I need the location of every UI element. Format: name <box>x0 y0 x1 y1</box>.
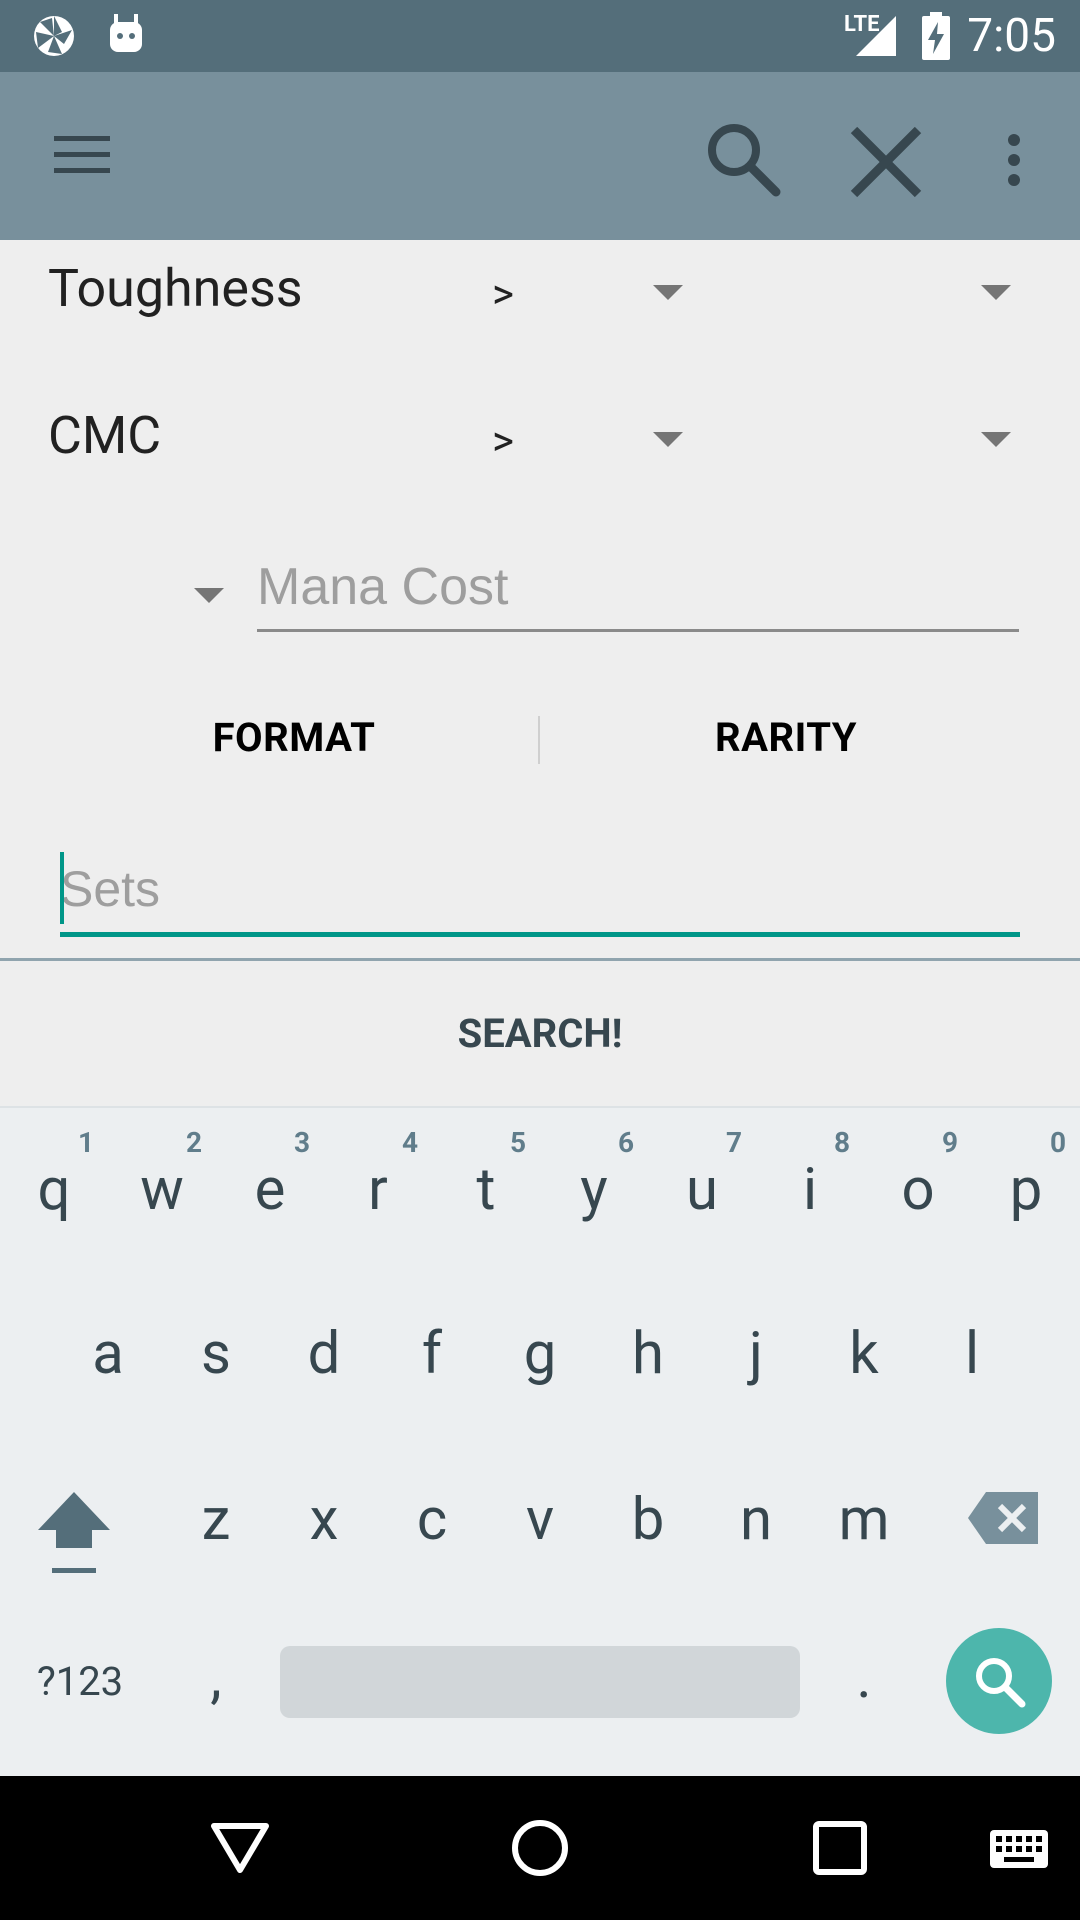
key-o[interactable]: o <box>868 1156 968 1224</box>
navigation-bar <box>0 1776 1080 1920</box>
android-icon <box>110 14 142 52</box>
search-button[interactable]: SEARCH! <box>0 1010 1080 1057</box>
key-u[interactable]: u <box>652 1156 752 1224</box>
key-k[interactable]: k <box>814 1320 914 1388</box>
key-r[interactable]: r <box>328 1156 428 1224</box>
key-n[interactable]: n <box>706 1486 806 1554</box>
key-p[interactable]: p <box>976 1156 1076 1224</box>
key-z[interactable]: z <box>166 1486 266 1554</box>
keyboard: q w e r t y u i o p 1 2 3 4 5 6 7 8 9 0 … <box>0 1106 1080 1776</box>
mana-color-dropdown-icon[interactable] <box>194 588 224 603</box>
back-icon[interactable] <box>210 1820 270 1876</box>
status-bar: LTE 7:05 <box>0 0 1080 72</box>
key-hint-2: 2 <box>185 1126 203 1159</box>
key-h[interactable]: h <box>598 1320 698 1388</box>
menu-icon[interactable] <box>52 132 112 178</box>
cmc-label: CMC <box>48 405 162 466</box>
format-button[interactable]: FORMAT <box>120 714 468 761</box>
keyboard-icon[interactable] <box>988 1828 1050 1870</box>
section-divider <box>0 958 1080 961</box>
close-icon[interactable] <box>848 124 924 200</box>
key-t[interactable]: t <box>436 1156 536 1224</box>
key-f[interactable]: f <box>382 1320 482 1388</box>
pinwheel-icon <box>34 16 74 56</box>
key-hint-9: 9 <box>941 1126 959 1159</box>
cmc-operator[interactable]: > <box>492 417 514 466</box>
cmc-value-dropdown-icon[interactable] <box>981 432 1011 447</box>
key-w[interactable]: w <box>112 1156 212 1224</box>
toolbar <box>0 72 1080 240</box>
sets-input[interactable] <box>60 846 1020 937</box>
search-icon <box>976 1658 1026 1708</box>
key-q[interactable]: q <box>4 1156 104 1224</box>
key-c[interactable]: c <box>382 1486 482 1554</box>
key-comma[interactable]: , <box>166 1644 266 1712</box>
mana-cost-input[interactable] <box>257 545 1019 632</box>
recents-icon[interactable] <box>812 1820 868 1876</box>
key-hint-6: 6 <box>617 1126 635 1159</box>
key-period[interactable]: . <box>814 1644 914 1712</box>
keyboard-top-border <box>0 1106 1080 1108</box>
key-l[interactable]: l <box>922 1320 1022 1388</box>
key-hint-0: 0 <box>1049 1126 1067 1159</box>
key-y[interactable]: y <box>544 1156 644 1224</box>
key-hint-3: 3 <box>293 1126 311 1159</box>
shift-icon[interactable] <box>36 1484 112 1584</box>
key-hint-8: 8 <box>833 1126 851 1159</box>
keyboard-search-button[interactable] <box>946 1628 1052 1734</box>
key-g[interactable]: g <box>490 1320 590 1388</box>
more-vert-icon[interactable] <box>998 132 1030 188</box>
cmc-operator-dropdown-icon[interactable] <box>653 432 683 447</box>
clock: 7:05 <box>967 9 1056 63</box>
toughness-label: Toughness <box>48 258 303 319</box>
home-icon[interactable] <box>510 1818 570 1878</box>
key-hint-1: 1 <box>77 1126 95 1159</box>
backspace-icon[interactable] <box>966 1488 1042 1548</box>
key-e[interactable]: e <box>220 1156 320 1224</box>
toughness-value-dropdown-icon[interactable] <box>981 285 1011 300</box>
symbols-key[interactable]: ?123 <box>20 1658 140 1705</box>
key-j[interactable]: j <box>706 1320 806 1388</box>
space-bar[interactable] <box>280 1646 800 1718</box>
battery-charging-icon <box>922 12 950 60</box>
key-s[interactable]: s <box>166 1320 266 1388</box>
toughness-operator-dropdown-icon[interactable] <box>653 285 683 300</box>
key-hint-4: 4 <box>401 1126 419 1159</box>
key-m[interactable]: m <box>814 1486 914 1554</box>
toughness-operator[interactable]: > <box>492 270 514 319</box>
key-i[interactable]: i <box>760 1156 860 1224</box>
key-d[interactable]: d <box>274 1320 374 1388</box>
search-icon[interactable] <box>704 120 784 200</box>
key-v[interactable]: v <box>490 1486 590 1554</box>
divider <box>538 716 540 764</box>
key-x[interactable]: x <box>274 1486 374 1554</box>
rarity-button[interactable]: RARITY <box>612 714 960 761</box>
key-a[interactable]: a <box>58 1320 158 1388</box>
lte-signal-icon <box>856 16 896 56</box>
text-cursor <box>60 852 64 924</box>
key-hint-7: 7 <box>725 1126 743 1159</box>
key-b[interactable]: b <box>598 1486 698 1554</box>
key-hint-5: 5 <box>509 1126 527 1159</box>
